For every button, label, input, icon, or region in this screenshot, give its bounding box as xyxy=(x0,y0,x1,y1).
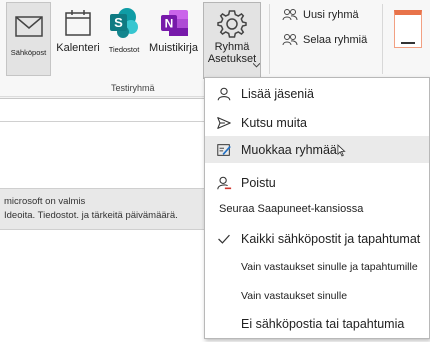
follow-in-inbox-heading: Seuraa Saapuneet-kansiossa xyxy=(219,203,364,215)
new-group-button[interactable]: Uusi ryhmä xyxy=(282,6,359,24)
people-add-icon xyxy=(282,9,298,21)
person-remove-icon xyxy=(215,174,233,192)
onenote-icon: N xyxy=(160,10,188,36)
ribbon-separator-2 xyxy=(382,4,383,74)
browse-groups-button[interactable]: Selaa ryhmiä xyxy=(282,31,367,49)
edit-group-label: Muokkaa ryhmää xyxy=(241,142,337,157)
files-button[interactable]: S Tiedostot xyxy=(104,0,144,80)
chevron-down-icon xyxy=(253,63,260,68)
add-members-label: Lisää jäseniä xyxy=(241,87,314,101)
group-settings-menu: Lisää jäseniä Kutsu muita Muokkaa ryhmää xyxy=(204,77,430,339)
ribbon-separator xyxy=(269,4,270,74)
email-button[interactable]: Sähköpost xyxy=(6,2,51,76)
group-settings-button[interactable]: Ryhmä Asetukset xyxy=(203,2,261,79)
edit-icon xyxy=(215,141,233,159)
gear-icon xyxy=(217,10,247,38)
menu-item-no-email-events[interactable]: Ei sähköpostia tai tapahtumia xyxy=(205,311,429,337)
new-group-label: Uusi ryhmä xyxy=(303,9,359,21)
checkmark-icon xyxy=(215,230,233,248)
menu-item-invite-others[interactable]: Kutsu muita xyxy=(205,110,429,136)
calendar-button[interactable]: Kalenteri xyxy=(54,0,102,80)
browse-groups-label: Selaa ryhmiä xyxy=(303,34,368,46)
calendar-label: Kalenteri xyxy=(56,42,100,54)
leave-label: Poistu xyxy=(241,176,276,190)
menu-item-add-members[interactable]: Lisää jäseniä xyxy=(205,81,429,107)
preview-line-2: Ideoita. Tiedostot. ja tärkeitä päivämää… xyxy=(4,210,178,221)
invite-others-label: Kutsu muita xyxy=(241,116,308,130)
people-browse-icon xyxy=(282,34,298,46)
no-email-events-label: Ei sähköpostia tai tapahtumia xyxy=(241,317,405,331)
replies-only-label: Vain vastaukset sinulle xyxy=(241,290,348,302)
notebook-label: Muistikirja xyxy=(149,42,198,54)
send-icon xyxy=(215,114,233,132)
replies-and-events-label: Vain vastaukset sinulle ja tapahtumille xyxy=(241,261,418,273)
menu-item-leave[interactable]: Poistu xyxy=(205,170,429,196)
preview-line-1: microsoft on valmis xyxy=(4,196,86,207)
svg-text:N: N xyxy=(164,17,173,31)
menu-item-edit-group[interactable]: Muokkaa ryhmää xyxy=(205,136,429,163)
mail-icon xyxy=(14,16,43,37)
all-email-events-label: Kaikki sähköpostit ja tapahtumat xyxy=(241,232,421,246)
calendar-icon xyxy=(65,10,91,36)
sharepoint-icon: S xyxy=(110,8,138,38)
settings-label-line1: Ryhmä xyxy=(214,41,250,53)
files-label: Tiedostot xyxy=(108,45,140,54)
office-icon[interactable] xyxy=(394,10,422,48)
svg-text:S: S xyxy=(114,15,123,30)
email-label: Sähköpost xyxy=(10,48,47,57)
notebook-button[interactable]: N Muistikirja xyxy=(147,0,200,80)
mouse-cursor-icon xyxy=(337,144,346,157)
settings-label-line2: Asetukset xyxy=(207,53,257,65)
menu-item-all-email-events[interactable]: Kaikki sähköpostit ja tapahtumat xyxy=(205,226,429,252)
menu-item-replies-and-events[interactable]: Vain vastaukset sinulle ja tapahtumille xyxy=(205,254,429,280)
group-label: Testiryhmä xyxy=(111,83,155,93)
menu-item-replies-only[interactable]: Vain vastaukset sinulle xyxy=(205,283,429,309)
person-icon xyxy=(215,85,233,103)
